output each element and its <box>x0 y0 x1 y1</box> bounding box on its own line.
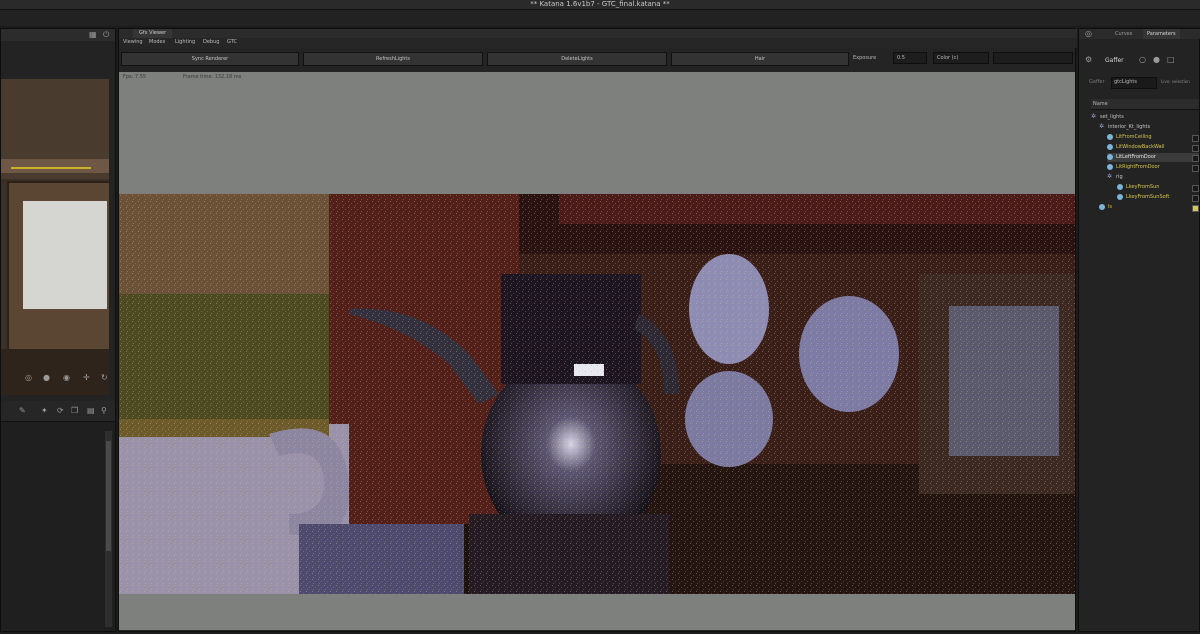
group-icon: ✲ <box>1107 172 1113 180</box>
param-label: Gaffer <box>1089 79 1105 85</box>
frame-time-readout: Frame time: 132.18 ms <box>183 74 242 80</box>
node-graph-panel: ✎ ✦ ⟳ ❐ ▤ ⚲ <box>1 401 115 631</box>
enable-checkbox[interactable] <box>1192 155 1199 162</box>
light-icon <box>1107 163 1113 170</box>
gaffer-node-row: ⚙ Gaffer ○ ● □ <box>1083 55 1199 67</box>
tree-item-lit-window-back-wall[interactable]: LitWindowBackWall <box>1107 143 1164 152</box>
group-icon: ✲ <box>1099 122 1105 130</box>
circle-icon[interactable]: ○ <box>1139 55 1146 65</box>
viewport-picture <box>23 201 107 309</box>
delete-lights-button[interactable]: DeleteLights <box>487 52 667 66</box>
tree-item-lkey-from-sun[interactable]: LkeyFromSun <box>1117 183 1159 192</box>
tree-item-rig[interactable]: ✲ rig <box>1107 173 1123 182</box>
left-panel: ▦ ⏻ ◎ ● ◉ ✛ ↻ ✎ ✦ ⟳ ❐ ▤ ⚲ <box>0 28 116 632</box>
target-icon[interactable]: ◎ <box>25 373 32 383</box>
light-icon <box>1107 153 1113 160</box>
hair-button[interactable]: Hair <box>671 52 849 66</box>
search-icon[interactable]: ⚲ <box>101 406 107 416</box>
node-icon[interactable]: ⚙ <box>1085 55 1092 65</box>
tab-curves[interactable]: Curves <box>1111 29 1136 39</box>
scene-viewport-3d[interactable] <box>1 79 109 395</box>
enable-checkbox[interactable] <box>1192 165 1199 172</box>
node-graph-scrollbar[interactable] <box>105 431 112 627</box>
fps-readout: Fps: 7.55 <box>123 74 147 80</box>
node-graph-toolbar: ✎ ✦ ⟳ ❐ ▤ ⚲ <box>1 401 115 422</box>
panel-menu-icon[interactable]: ◎ <box>1085 29 1092 39</box>
pen-icon[interactable]: ✎ <box>19 406 26 416</box>
gaffer-param-row: Gaffer gtcLights Live: selection <box>1089 77 1199 89</box>
enable-checkbox[interactable] <box>1192 135 1199 142</box>
tree-item-ls[interactable]: ls <box>1099 203 1112 212</box>
star-icon[interactable]: ✦ <box>41 406 48 416</box>
stack-icon[interactable]: ▤ <box>87 406 95 416</box>
param-value-field[interactable]: gtcLights <box>1111 77 1157 89</box>
gaffer-tree: ✲ set_lights ✲ interior_Kt_lights LitFromC… <box>1091 113 1200 263</box>
light-icon <box>1117 183 1123 190</box>
menu-lighting[interactable]: Lighting <box>175 39 195 45</box>
tree-item-interior-kt-lights[interactable]: ✲ interior_Kt_lights <box>1099 123 1150 132</box>
viewport-shelf <box>1 159 109 173</box>
square-icon[interactable]: □ <box>1167 55 1175 65</box>
render-image <box>119 194 1075 594</box>
power-icon[interactable]: ⏻ <box>103 30 109 40</box>
tree-item-lit-right-from-door[interactable]: LitRightFromDoor <box>1107 163 1160 172</box>
tree-item-set-lights[interactable]: ✲ set_lights <box>1091 113 1124 122</box>
window-title: ** Katana 1.6v1b7 - GTC_final.katana ** <box>530 0 670 8</box>
channel-select[interactable] <box>993 52 1073 64</box>
enable-checkbox[interactable] <box>1192 205 1199 212</box>
menu-debug[interactable]: Debug <box>203 39 219 45</box>
left-panel-header: ▦ ⏻ <box>1 29 115 41</box>
title-bar: ** Katana 1.6v1b7 - GTC_final.katana ** <box>0 0 1200 10</box>
viewer-tab-bar: Gfx Viewer <box>119 29 1077 38</box>
name-column-header[interactable]: Name <box>1093 101 1108 107</box>
gaffer-label: Gaffer <box>1105 57 1124 64</box>
right-panel: ◎ Curves Parameters ⚙ Gaffer ○ ● □ Gaffe… <box>1078 28 1200 632</box>
refresh-icon[interactable]: ⟳ <box>57 406 64 416</box>
viewer-menu-bar: Viewing Modes Lighting Debug GTC <box>119 38 1077 48</box>
param-extra: Live: selection <box>1161 79 1190 84</box>
tab-parameters[interactable]: Parameters <box>1143 29 1180 39</box>
sphere-icon[interactable]: ● <box>1153 55 1160 65</box>
light-icon <box>1107 143 1113 150</box>
menu-gtc[interactable]: GTC <box>227 39 237 45</box>
menu-viewing[interactable]: Viewing <box>123 39 143 45</box>
exposure-label: Exposure <box>853 55 877 61</box>
gfx-viewer-panel: Gfx Viewer Viewing Modes Lighting Debug … <box>118 28 1077 632</box>
menu-modes[interactable]: Modes <box>149 39 165 45</box>
exposure-input[interactable]: 0.5 <box>893 52 927 64</box>
color-mode-select[interactable]: Color (c) <box>933 52 989 64</box>
tree-item-lit-from-ceiling[interactable]: LitFromCeiling <box>1107 133 1152 142</box>
dot-icon[interactable]: ● <box>43 373 50 383</box>
record-icon[interactable]: ◉ <box>63 373 70 383</box>
tree-item-lit-left-from-door[interactable]: LitLeftFromDoor <box>1107 153 1199 162</box>
top-strip <box>0 10 1200 26</box>
enable-checkbox[interactable] <box>1192 185 1199 192</box>
sync-renderer-button[interactable]: Sync Renderer <box>121 52 299 66</box>
enable-checkbox[interactable] <box>1192 195 1199 202</box>
rotate-icon[interactable]: ↻ <box>101 373 108 383</box>
group-icon: ✲ <box>1091 112 1097 120</box>
tree-header: Name <box>1091 99 1199 110</box>
refresh-lights-button[interactable]: RefreshLights <box>303 52 483 66</box>
copy-icon[interactable]: ❐ <box>71 406 78 416</box>
tree-item-lkey-from-sun-soft[interactable]: LkeyFromSunSoft <box>1117 193 1169 202</box>
enable-checkbox[interactable] <box>1192 145 1199 152</box>
move-icon[interactable]: ✛ <box>83 373 90 383</box>
right-tab-bar: ◎ Curves Parameters <box>1079 29 1200 39</box>
render-image-art <box>119 194 1075 594</box>
viewer-toolbar: Sync Renderer RefreshLights DeleteLights… <box>119 52 1077 68</box>
tab-gfx-viewer[interactable]: Gfx Viewer <box>133 29 173 38</box>
viewport-tools: ◎ ● ◉ ✛ ↻ <box>1 371 115 385</box>
viewport-light-gizmo <box>11 167 91 169</box>
light-icon <box>1099 203 1105 210</box>
render-viewport[interactable]: Fps: 7.55 Frame time: 132.18 ms <box>119 72 1075 630</box>
scrollbar-thumb[interactable] <box>106 441 111 551</box>
light-icon <box>1117 193 1123 200</box>
light-icon <box>1107 133 1113 140</box>
window-icon[interactable]: ▦ <box>89 30 97 40</box>
